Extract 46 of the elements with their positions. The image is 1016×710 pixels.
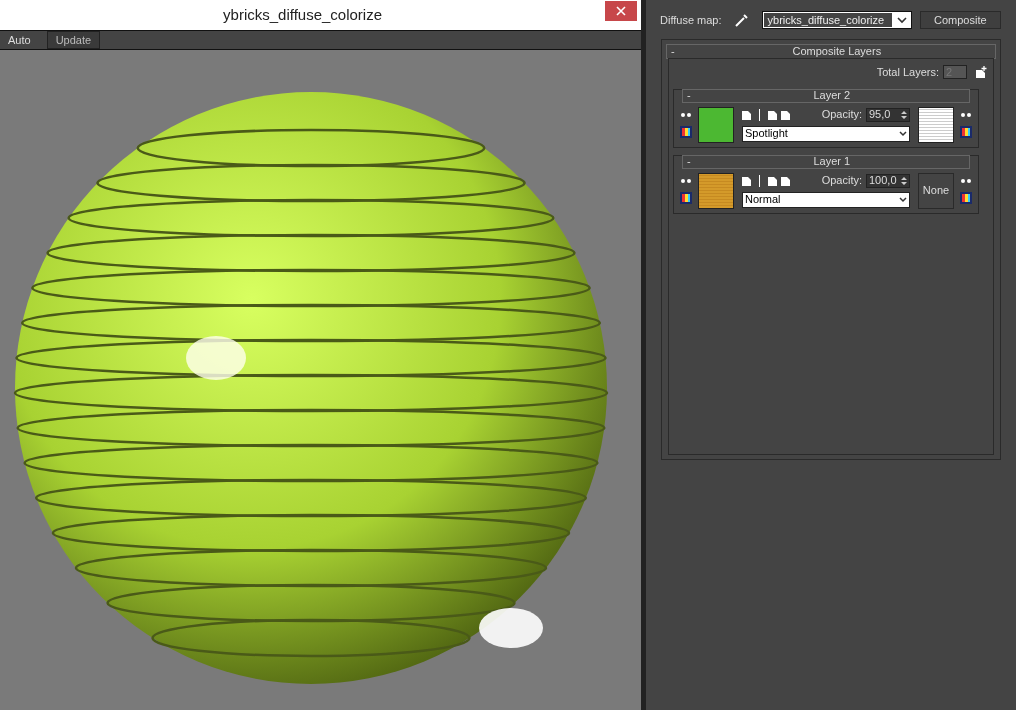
eye-icon[interactable] xyxy=(680,111,692,118)
composite-button[interactable]: Composite xyxy=(919,11,1001,29)
page-icon[interactable] xyxy=(768,175,777,186)
update-button[interactable]: Update xyxy=(46,31,101,49)
page-icon[interactable] xyxy=(768,109,777,120)
layer-title: Layer 2 xyxy=(812,90,852,101)
auto-checkbox-label[interactable]: Auto xyxy=(0,31,47,49)
opacity-label: Opacity: xyxy=(820,107,862,123)
mask-thumbnail[interactable] xyxy=(918,106,954,143)
eye-icon[interactable] xyxy=(680,177,692,184)
color-bars-icon[interactable] xyxy=(960,125,972,138)
collapse-toggle[interactable]: - xyxy=(683,90,695,101)
diffuse-map-label: Diffuse map: xyxy=(660,12,722,28)
eyedropper-icon[interactable] xyxy=(733,12,750,28)
page-icon[interactable] xyxy=(742,175,751,186)
texture-thumbnail[interactable] xyxy=(698,172,734,209)
color-bars-icon[interactable] xyxy=(680,191,692,204)
add-layer-icon[interactable] xyxy=(975,66,987,79)
eye-icon[interactable] xyxy=(960,111,972,118)
opacity-spinner[interactable]: 95,0 xyxy=(866,107,910,122)
opacity-spinner[interactable]: 100,0 xyxy=(866,173,910,188)
blend-mode-dropdown[interactable]: Spotlight xyxy=(742,125,910,142)
collapse-toggle[interactable]: - xyxy=(683,156,695,167)
spinner-arrows-icon[interactable] xyxy=(901,109,907,120)
opacity-label: Opacity: xyxy=(820,173,862,189)
chevron-down-icon[interactable] xyxy=(899,130,907,137)
color-bars-icon[interactable] xyxy=(680,125,692,138)
mask-button[interactable]: None xyxy=(918,172,954,209)
map-name-dropdown[interactable]: ybricks_diffuse_colorize xyxy=(761,11,912,29)
color-swatch[interactable] xyxy=(698,106,734,143)
total-layers-label: Total Layers: xyxy=(876,65,939,80)
eye-icon[interactable] xyxy=(960,177,972,184)
page-icon[interactable] xyxy=(742,109,751,120)
rollout-title: Composite Layers xyxy=(791,46,883,57)
page-icon[interactable] xyxy=(781,109,790,120)
color-bars-icon[interactable] xyxy=(960,191,972,204)
window-title: ybricks_diffuse_colorize xyxy=(222,4,384,25)
spinner-arrows-icon[interactable] xyxy=(901,175,907,186)
blend-mode-dropdown[interactable]: Normal xyxy=(742,191,910,208)
layer-title: Layer 1 xyxy=(812,156,852,167)
close-icon[interactable] xyxy=(616,6,627,16)
close-button[interactable] xyxy=(605,1,638,21)
page-icon[interactable] xyxy=(781,175,790,186)
chevron-down-icon[interactable] xyxy=(896,16,907,24)
collapse-toggle[interactable]: - xyxy=(667,46,679,57)
chevron-down-icon[interactable] xyxy=(899,196,907,203)
